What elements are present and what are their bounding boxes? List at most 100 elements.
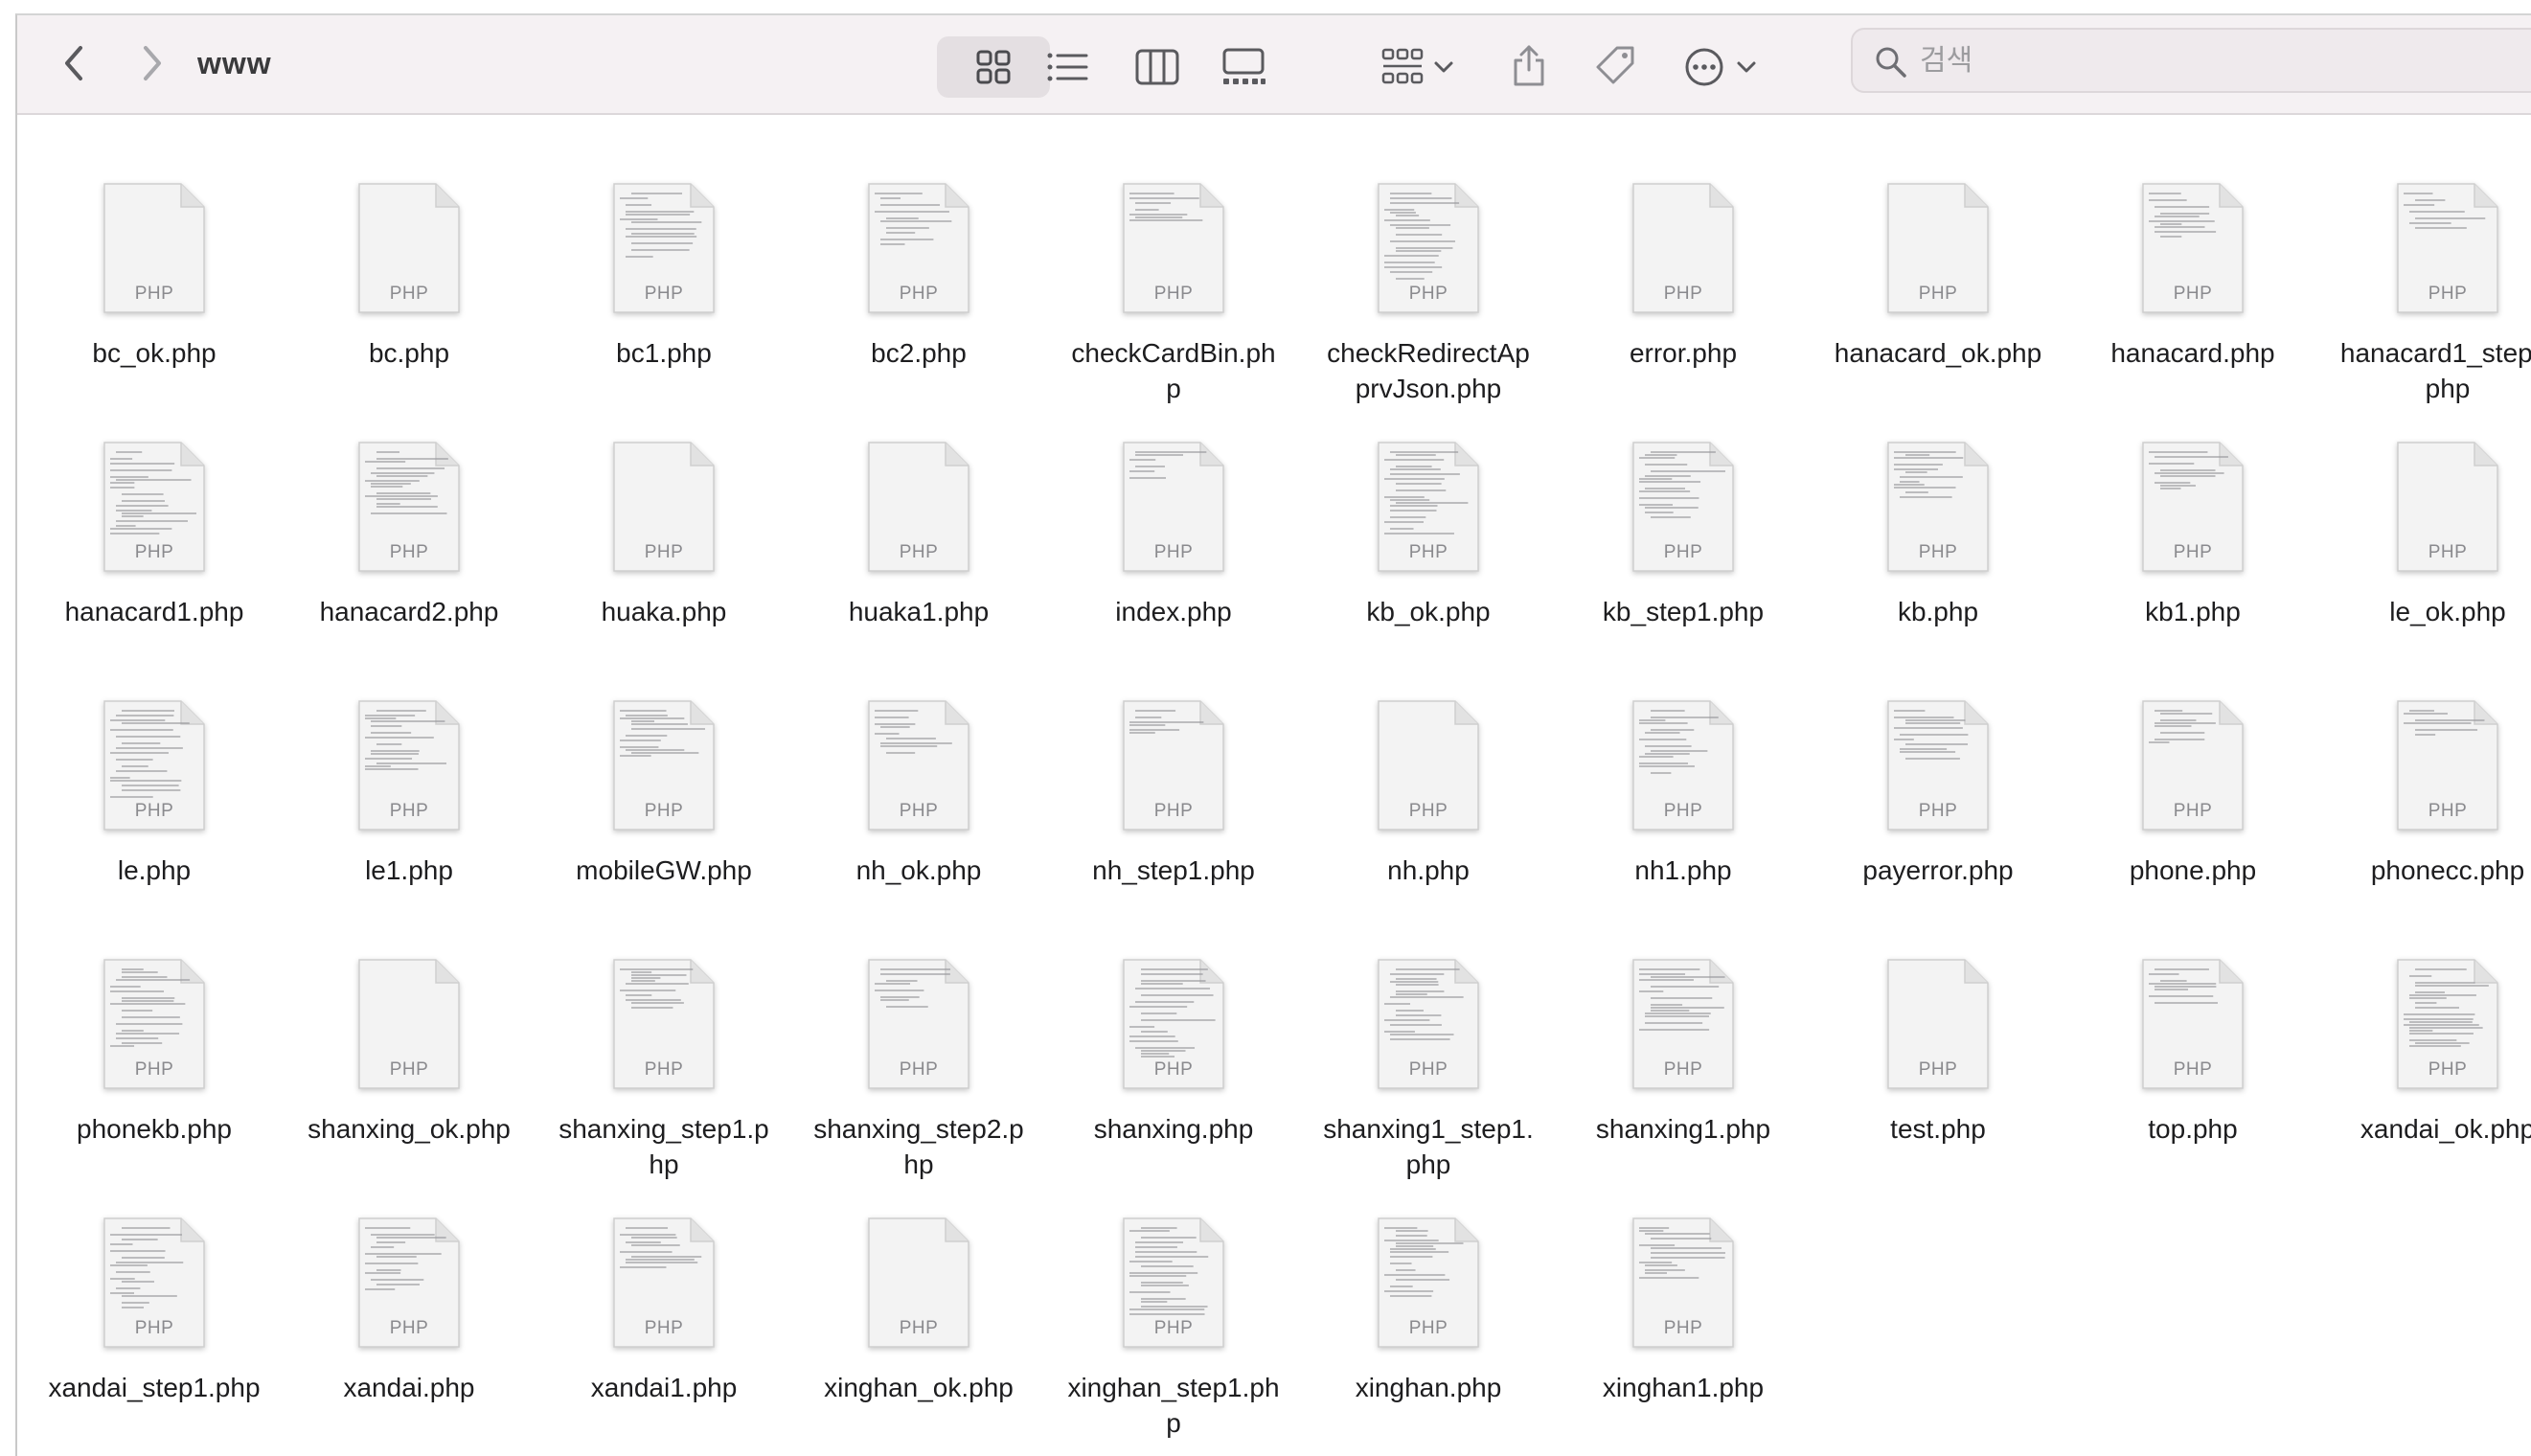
chevron-down-icon <box>1434 61 1453 73</box>
share-button[interactable] <box>1498 34 1560 96</box>
file-item[interactable]: PHP bc2.php <box>791 182 1046 441</box>
file-name: shanxing_step2.p hp <box>813 1114 1024 1179</box>
php-file-icon: PHP <box>612 182 716 314</box>
file-item[interactable]: PHP kb.php <box>1811 441 2065 699</box>
file-item[interactable]: PHP mobileGW.php <box>536 699 791 958</box>
file-item[interactable]: PHP xinghan.php <box>1301 1217 1556 1456</box>
file-type-label: PHP <box>899 801 939 821</box>
file-name: shanxing1.php <box>1595 1114 1771 1144</box>
file-item[interactable]: PHP hanacard.php <box>2065 182 2320 441</box>
file-item[interactable]: PHP checkRedirectAp prvJson.php <box>1301 182 1556 441</box>
file-type-label: PHP <box>1153 1059 1194 1080</box>
file-name: xinghan1.php <box>1602 1373 1765 1402</box>
file-type-label: PHP <box>1918 542 1958 562</box>
file-item[interactable]: PHP xinghan_ok.php <box>791 1217 1046 1456</box>
file-item[interactable]: PHP xandai.php <box>282 1217 536 1456</box>
file-name: xandai.php <box>343 1373 475 1402</box>
file-type-label: PHP <box>899 1059 939 1080</box>
file-type-label: PHP <box>389 801 429 821</box>
file-type-label: PHP <box>1153 801 1194 821</box>
more-actions-button[interactable] <box>1671 36 1770 98</box>
file-type-label: PHP <box>1918 801 1958 821</box>
file-item[interactable]: PHP kb_ok.php <box>1301 441 1556 699</box>
group-grid-icon <box>1381 48 1424 84</box>
file-item[interactable]: PHP phone.php <box>2065 699 2320 958</box>
file-item[interactable]: PHP shanxing1_step1. php <box>1301 958 1556 1217</box>
gallery-view-button[interactable] <box>1205 36 1282 98</box>
php-file-icon: PHP <box>2396 182 2499 314</box>
file-item[interactable]: PHP shanxing_ok.php <box>282 958 536 1217</box>
file-name: hanacard1_step1. php <box>2339 338 2531 403</box>
file-item[interactable]: PHP xinghan_step1.ph p <box>1046 1217 1301 1456</box>
php-file-icon: PHP <box>1122 441 1225 573</box>
php-file-icon: PHP <box>103 958 206 1090</box>
php-file-icon: PHP <box>612 699 716 831</box>
file-item[interactable]: PHP xandai1.php <box>536 1217 791 1456</box>
file-item[interactable]: PHP shanxing1.php <box>1556 958 1811 1217</box>
forward-button[interactable] <box>123 36 180 90</box>
file-item[interactable]: PHP bc.php <box>282 182 536 441</box>
file-item[interactable]: PHP top.php <box>2065 958 2320 1217</box>
file-item[interactable]: PHP le1.php <box>282 699 536 958</box>
file-item[interactable]: PHP bc_ok.php <box>27 182 282 441</box>
file-item[interactable]: PHP bc1.php <box>536 182 791 441</box>
file-type-label: PHP <box>1153 1318 1194 1338</box>
file-item[interactable]: PHP test.php <box>1811 958 2065 1217</box>
php-file-icon: PHP <box>357 1217 461 1349</box>
php-file-icon: PHP <box>1886 182 1990 314</box>
file-name: bc_ok.php <box>92 338 217 368</box>
file-item[interactable]: PHP hanacard1_step1. php <box>2320 182 2531 441</box>
php-file-icon: PHP <box>1377 182 1480 314</box>
file-name: kb_step1.php <box>1602 597 1765 626</box>
file-item[interactable]: PHP huaka1.php <box>791 441 1046 699</box>
file-item[interactable]: PHP kb_step1.php <box>1556 441 1811 699</box>
file-item[interactable]: PHP hanacard_ok.php <box>1811 182 2065 441</box>
file-item[interactable]: PHP kb1.php <box>2065 441 2320 699</box>
file-item[interactable]: PHP index.php <box>1046 441 1301 699</box>
file-item[interactable]: PHP huaka.php <box>536 441 791 699</box>
file-item[interactable]: PHP hanacard1.php <box>27 441 282 699</box>
file-item[interactable]: PHP checkCardBin.ph p <box>1046 182 1301 441</box>
search-field[interactable] <box>1851 28 2531 93</box>
file-item[interactable]: PHP le.php <box>27 699 282 958</box>
file-item[interactable]: PHP phonecc.php <box>2320 699 2531 958</box>
file-type-label: PHP <box>389 1318 429 1338</box>
group-by-button[interactable] <box>1370 36 1466 98</box>
tag-button[interactable] <box>1585 34 1646 96</box>
php-file-icon: PHP <box>103 1217 206 1349</box>
file-type-label: PHP <box>2173 542 2213 562</box>
file-item[interactable]: PHP payerror.php <box>1811 699 2065 958</box>
list-view-button[interactable] <box>1033 36 1102 98</box>
file-item[interactable]: PHP shanxing_step2.p hp <box>791 958 1046 1217</box>
file-item[interactable]: PHP xandai_step1.php <box>27 1217 282 1456</box>
php-file-icon: PHP <box>1631 1217 1735 1349</box>
file-type-label: PHP <box>1663 284 1703 304</box>
grid-icon <box>976 50 1011 84</box>
file-item[interactable]: PHP shanxing.php <box>1046 958 1301 1217</box>
finder-window: www 검색 PHP bc_ok.php PHP bc.php PHP bc1.… <box>15 13 2531 1456</box>
file-item[interactable]: PHP xandai_ok.php <box>2320 958 2531 1217</box>
file-item[interactable]: PHP nh_step1.php <box>1046 699 1301 958</box>
file-item[interactable]: PHP nh_ok.php <box>791 699 1046 958</box>
php-file-icon: PHP <box>612 958 716 1090</box>
file-item[interactable]: PHP nh.php <box>1301 699 1556 958</box>
column-view-button[interactable] <box>1123 36 1192 98</box>
file-name: phonecc.php <box>2370 855 2525 885</box>
file-name: xinghan_ok.php <box>824 1373 1014 1402</box>
file-item[interactable]: PHP error.php <box>1556 182 1811 441</box>
php-file-icon: PHP <box>2141 699 2245 831</box>
share-icon <box>1514 45 1544 86</box>
file-item[interactable]: PHP le_ok.php <box>2320 441 2531 699</box>
back-button[interactable] <box>46 36 103 90</box>
file-item[interactable]: PHP phonekb.php <box>27 958 282 1217</box>
file-type-label: PHP <box>644 1318 684 1338</box>
php-file-icon: PHP <box>2141 182 2245 314</box>
file-item[interactable]: PHP shanxing_step1.p hp <box>536 958 791 1217</box>
file-item[interactable]: PHP nh1.php <box>1556 699 1811 958</box>
file-type-label: PHP <box>1408 1318 1448 1338</box>
file-item[interactable]: PHP xinghan1.php <box>1556 1217 1811 1456</box>
file-item[interactable]: PHP hanacard2.php <box>282 441 536 699</box>
file-type-label: PHP <box>134 801 174 821</box>
search-input[interactable] <box>1920 39 2495 81</box>
file-name: le1.php <box>365 855 453 885</box>
